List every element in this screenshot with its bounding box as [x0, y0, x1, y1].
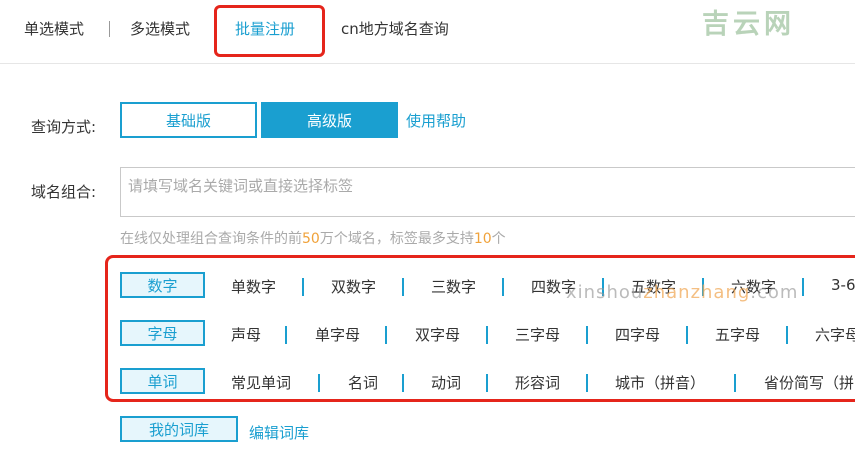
- tag-item[interactable]: 动词: [431, 372, 461, 393]
- tag-item[interactable]: 形容词: [515, 372, 560, 393]
- tag-item[interactable]: 单字母: [315, 324, 360, 345]
- category-digits-button[interactable]: 数字: [120, 272, 205, 298]
- tag-divider: [302, 278, 304, 296]
- batch-tab-highlight: [214, 5, 325, 57]
- tag-divider: [486, 326, 488, 344]
- tag-item[interactable]: 四字母: [615, 324, 660, 345]
- tag-row-words: 单词 常见单词 名词 动词 形容词 城市（拼音） 省份简写（拼: [120, 368, 855, 396]
- tag-item[interactable]: 三数字: [431, 276, 476, 297]
- tag-item[interactable]: 声母: [231, 324, 261, 345]
- help-link[interactable]: 使用帮助: [406, 110, 466, 131]
- advanced-version-button[interactable]: 高级版: [261, 102, 398, 138]
- tag-item[interactable]: 双数字: [331, 276, 376, 297]
- tag-divider: [385, 326, 387, 344]
- tab-single-mode[interactable]: 单选模式: [24, 18, 84, 39]
- tag-item[interactable]: 城市（拼音）: [615, 372, 705, 393]
- tab-cn-domain-query[interactable]: cn地方域名查询: [341, 18, 449, 39]
- my-library-button[interactable]: 我的词库: [120, 416, 238, 442]
- tag-item[interactable]: 省份简写（拼: [764, 372, 854, 393]
- query-method-label: 查询方式:: [31, 118, 97, 136]
- watermark-logo: 吉云网: [702, 9, 795, 40]
- category-letters-button[interactable]: 字母: [120, 320, 205, 346]
- tag-divider: [586, 374, 588, 392]
- tag-divider: [802, 278, 804, 296]
- tag-divider: [285, 326, 287, 344]
- tag-divider: [502, 278, 504, 296]
- tag-item[interactable]: 三字母: [515, 324, 560, 345]
- tag-item[interactable]: 五字母: [715, 324, 760, 345]
- hint-text: 在线仅处理组合查询条件的前50万个域名，标签最多支持10个: [120, 231, 506, 247]
- domain-keyword-input[interactable]: [120, 167, 855, 217]
- tab-divider: [109, 21, 110, 37]
- tag-divider: [686, 326, 688, 344]
- watermark-text: xinshouzhanzhang.com: [566, 282, 799, 303]
- tag-item[interactable]: 双字母: [415, 324, 460, 345]
- category-words-button[interactable]: 单词: [120, 368, 205, 394]
- tag-item[interactable]: 常见单词: [231, 372, 291, 393]
- tag-divider: [586, 326, 588, 344]
- tag-item[interactable]: 名词: [348, 372, 378, 393]
- tag-divider: [402, 374, 404, 392]
- tag-item[interactable]: 单数字: [231, 276, 276, 297]
- edit-library-link[interactable]: 编辑词库: [249, 422, 309, 443]
- tab-multi-mode[interactable]: 多选模式: [130, 18, 190, 39]
- tag-divider: [402, 278, 404, 296]
- tag-divider: [734, 374, 736, 392]
- tag-item[interactable]: 六字母: [815, 324, 855, 345]
- tag-divider: [486, 374, 488, 392]
- tag-divider: [318, 374, 320, 392]
- tag-row-letters: 字母 声母 单字母 双字母 三字母 四字母 五字母 六字母: [120, 320, 855, 348]
- tag-item[interactable]: 3-6: [831, 276, 855, 294]
- domain-combo-label: 域名组合:: [31, 183, 97, 201]
- basic-version-button[interactable]: 基础版: [120, 102, 257, 138]
- tag-divider: [786, 326, 788, 344]
